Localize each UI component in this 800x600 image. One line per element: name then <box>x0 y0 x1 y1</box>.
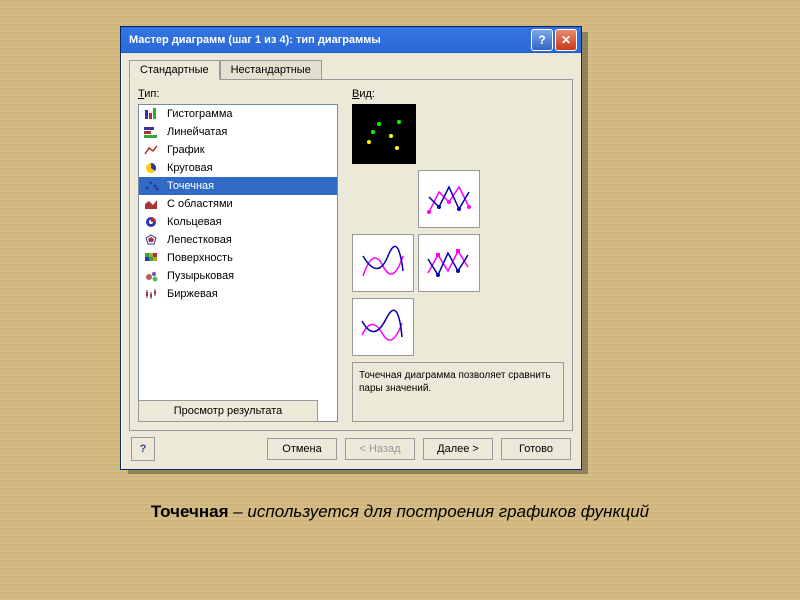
type-icon <box>143 179 161 193</box>
type-icon <box>143 107 161 121</box>
type-label: Круговая <box>167 162 213 174</box>
help-button[interactable]: ? <box>131 437 155 461</box>
type-label: Линейчатая <box>167 126 227 138</box>
titlebar-help-button[interactable]: ? <box>531 29 553 51</box>
slide-caption: Точечная – используется для построения г… <box>0 502 800 522</box>
next-button[interactable]: Далее > <box>423 438 493 460</box>
view-option-1[interactable] <box>352 104 416 164</box>
type-item-2[interactable]: График <box>139 141 337 159</box>
tabs: Стандартные Нестандартные <box>121 53 581 79</box>
type-item-9[interactable]: Пузырьковая <box>139 267 337 285</box>
type-label: Лепестковая <box>167 234 232 246</box>
type-item-4[interactable]: Точечная <box>139 177 337 195</box>
view-description: Точечная диаграмма позволяет сравнить па… <box>352 362 564 422</box>
preview-button[interactable]: Просмотр результата <box>138 400 318 422</box>
finish-button[interactable]: Готово <box>501 438 571 460</box>
type-icon <box>143 287 161 301</box>
type-item-10[interactable]: Биржевая <box>139 285 337 303</box>
tab-panel: Тип: Гистограмма Линейчатая График Круговая… <box>129 79 573 431</box>
type-icon <box>143 269 161 283</box>
type-item-7[interactable]: Лепестковая <box>139 231 337 249</box>
type-icon <box>143 233 161 247</box>
type-item-6[interactable]: Кольцевая <box>139 213 337 231</box>
type-icon <box>143 161 161 175</box>
type-label: Кольцевая <box>167 216 222 228</box>
tab-standard[interactable]: Стандартные <box>129 60 220 80</box>
type-icon <box>143 197 161 211</box>
chart-wizard-dialog: Мастер диаграмм (шаг 1 из 4): тип диагра… <box>120 26 582 470</box>
type-label: Гистограмма <box>167 108 233 120</box>
type-label: График <box>167 144 205 156</box>
cancel-button[interactable]: Отмена <box>267 438 337 460</box>
type-label: Биржевая <box>167 288 218 300</box>
type-label: С областями <box>167 198 233 210</box>
type-icon <box>143 251 161 265</box>
close-button[interactable]: ✕ <box>555 29 577 51</box>
view-option-2[interactable] <box>418 170 480 228</box>
type-item-3[interactable]: Круговая <box>139 159 337 177</box>
type-icon <box>143 125 161 139</box>
type-label: Тип: <box>138 88 338 100</box>
type-item-5[interactable]: С областями <box>139 195 337 213</box>
type-icon <box>143 143 161 157</box>
window-title: Мастер диаграмм (шаг 1 из 4): тип диагра… <box>125 34 529 46</box>
type-icon <box>143 215 161 229</box>
titlebar[interactable]: Мастер диаграмм (шаг 1 из 4): тип диагра… <box>121 27 581 53</box>
view-option-4[interactable] <box>418 234 480 292</box>
button-bar: ? Отмена < Назад Далее > Готово <box>121 437 581 461</box>
type-label: Поверхность <box>167 252 233 264</box>
type-item-8[interactable]: Поверхность <box>139 249 337 267</box>
type-label: Точечная <box>167 180 214 192</box>
back-button: < Назад <box>345 438 415 460</box>
view-option-5[interactable] <box>352 298 414 356</box>
type-item-0[interactable]: Гистограмма <box>139 105 337 123</box>
tab-custom[interactable]: Нестандартные <box>220 60 322 80</box>
view-label: Вид: <box>352 88 564 100</box>
view-grid <box>352 104 564 356</box>
chart-type-listbox[interactable]: Гистограмма Линейчатая График Круговая Точеч… <box>138 104 338 422</box>
view-option-3[interactable] <box>352 234 414 292</box>
type-label: Пузырьковая <box>167 270 234 282</box>
type-item-1[interactable]: Линейчатая <box>139 123 337 141</box>
